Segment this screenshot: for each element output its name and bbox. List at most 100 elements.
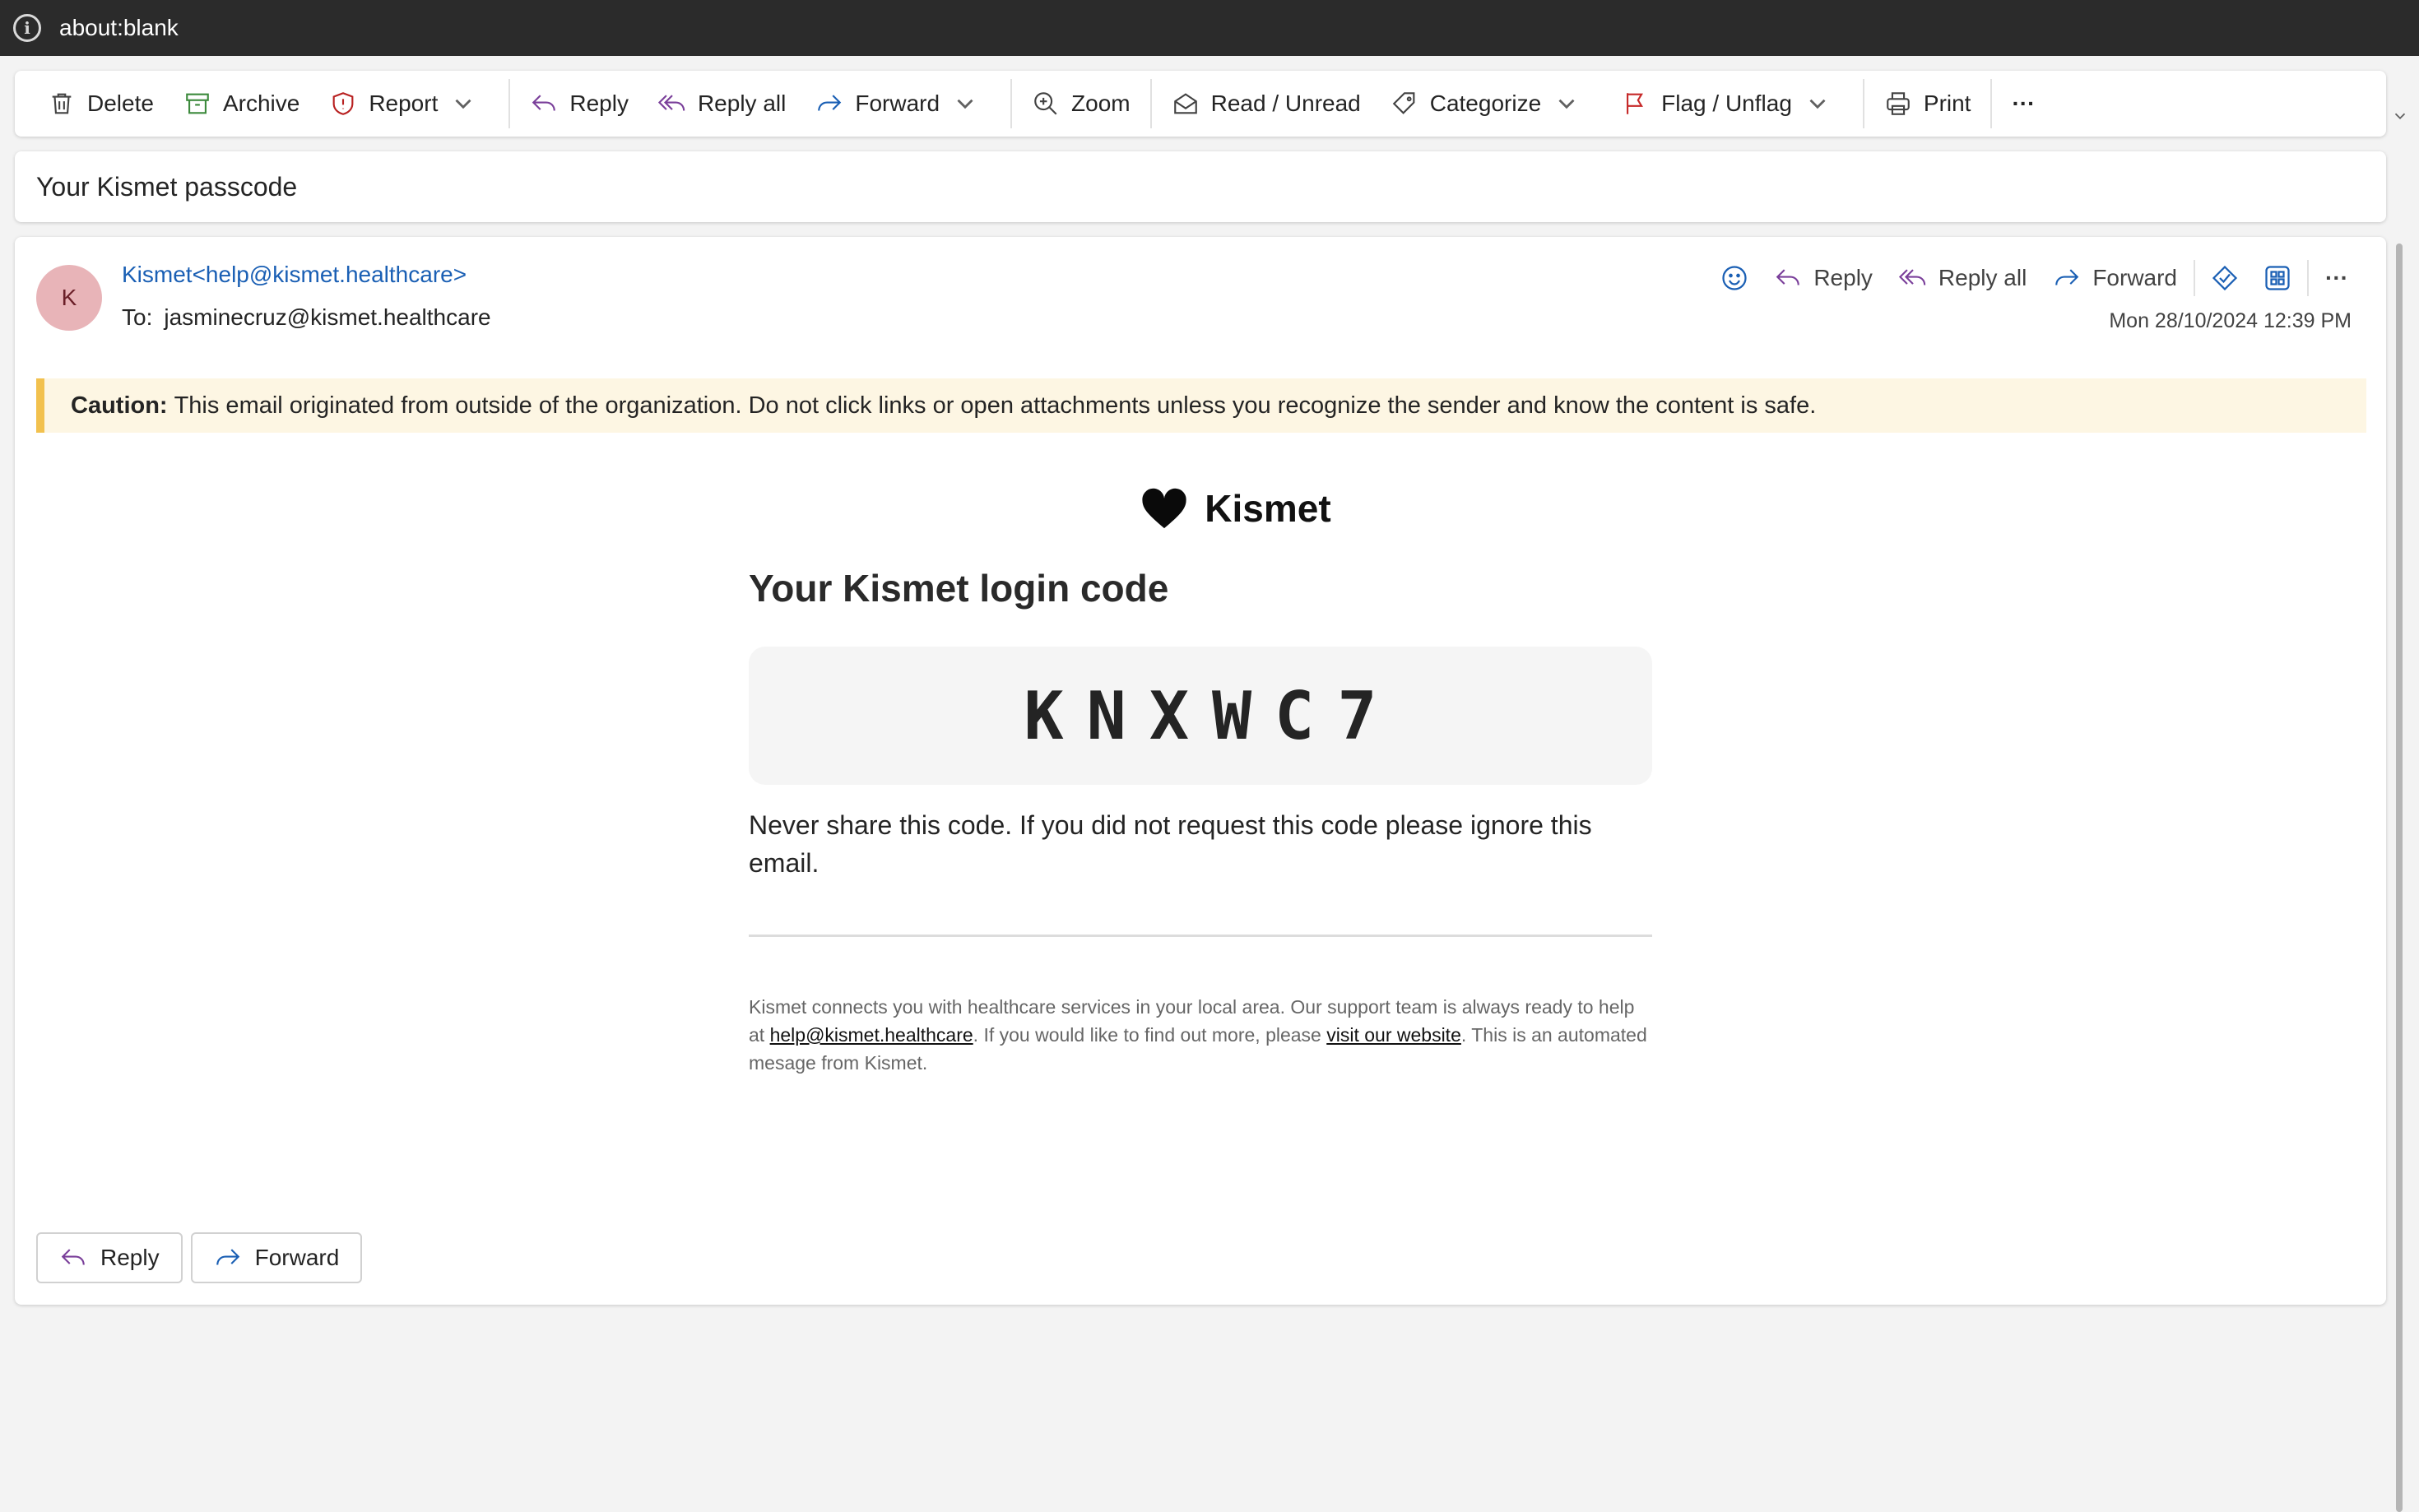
archive-label: Archive [222,90,300,116]
heart-icon [1142,488,1186,529]
categorize-button[interactable]: Categorize [1376,79,1607,128]
message-actions: Reply Reply all Forward ··· [1708,255,2361,301]
code-box: KNXWC7 [749,647,1652,785]
bottom-forward-button[interactable]: Forward [190,1232,363,1283]
bottom-reply-button[interactable]: Reply [36,1232,183,1283]
caution-text: This email originated from outside of th… [174,392,1817,419]
sender-name[interactable]: Kismet<help@kismet.healthcare> [122,262,467,288]
recipient-address[interactable]: jasminecruz@kismet.healthcare [164,304,490,330]
chevron-down-icon[interactable] [449,90,477,118]
flag-icon [1627,93,1644,114]
message-reply-label: Reply [1813,265,1873,290]
archive-icon [186,93,209,114]
forward-icon [818,95,842,111]
apps-button[interactable] [2251,255,2304,301]
scrollbar-thumb[interactable] [2396,243,2403,1512]
chevron-down-icon[interactable] [951,90,979,118]
forward-icon [2055,269,2079,285]
bottom-actions: Reply Forward [36,1232,370,1283]
email-footer: Kismet connects you with healthcare serv… [749,993,1652,1077]
forward-label: Forward [855,90,940,116]
mail-toolbar: Delete Archive Report Reply Reply all Fo… [15,71,2386,137]
reply-all-button[interactable]: Reply all [643,79,801,128]
apps-grid-icon [2265,266,2290,290]
reply-icon [532,95,556,111]
zoom-button[interactable]: Zoom [1017,79,1145,128]
flag-unflag-button[interactable]: Flag / Unflag [1607,79,1858,128]
smiley-icon [1722,266,1747,290]
browser-address-bar: i about:blank [0,0,2419,56]
to-label: To: [122,304,153,330]
info-icon[interactable]: i [13,14,41,42]
delete-button[interactable]: Delete [33,79,169,128]
external-caution-banner: Caution: This email originated from outs… [36,378,2366,433]
bottom-forward-label: Forward [254,1245,340,1270]
print-label: Print [1923,90,1971,116]
message-forward-label: Forward [2092,265,2178,290]
delete-label: Delete [87,90,154,116]
subject-bar: Your Kismet passcode [15,151,2386,222]
shield-icon [332,92,354,115]
reply-icon [1776,269,1800,285]
emoji-reaction-button[interactable] [1708,255,1761,301]
report-label: Report [369,90,439,116]
security-warning: Never share this code. If you did not re… [749,810,1592,878]
more-icon: ··· [2325,265,2348,290]
support-email-link[interactable]: help@kismet.healthcare [770,1024,973,1046]
zoom-label: Zoom [1071,90,1131,116]
footer-text-2: . If you would like to find out more, pl… [973,1024,1327,1046]
email-subject: Your Kismet passcode [36,171,298,202]
categorize-label: Categorize [1429,90,1542,116]
message-reply-all-label: Reply all [1938,265,2027,290]
recipient-line: To: jasminecruz@kismet.healthcare [122,304,491,331]
chevron-down-icon[interactable] [1804,90,1832,118]
forward-button[interactable]: Forward [801,79,1005,128]
diamond-check-icon [2212,265,2238,291]
email-body: Kismet Your Kismet login code KNXWC7 Nev… [749,475,1652,1077]
message-card: K Kismet<help@kismet.healthcare> To: jasm… [15,237,2386,1305]
reply-all-label: Reply all [697,90,787,116]
body-divider [749,935,1652,937]
message-more-button[interactable]: ··· [2312,255,2361,301]
brand-header: Kismet [819,475,1652,541]
bottom-reply-label: Reply [100,1245,160,1270]
tag-icon [1392,92,1415,114]
report-button[interactable]: Report [314,79,504,128]
print-button[interactable]: Print [1869,79,1986,128]
more-icon: ··· [2012,90,2036,116]
toolbar-divider [1010,79,1013,128]
address-url[interactable]: about:blank [59,15,179,41]
toolbar-divider [508,79,511,128]
flag-unflag-label: Flag / Unflag [1661,90,1792,116]
read-unread-label: Read / Unread [1210,90,1361,116]
brand-name: Kismet [1205,487,1331,530]
toolbar-divider [1990,79,1993,128]
forward-icon [216,1249,239,1265]
toolbar-divider [1149,79,1152,128]
reply-all-icon [1898,269,1926,285]
printer-icon [1887,92,1910,115]
actions-divider [2194,260,2196,296]
message-forward-button[interactable]: Forward [2040,255,2190,301]
login-code-title: Your Kismet login code [749,567,1169,610]
trash-icon [52,93,72,114]
actions-divider [2307,260,2310,296]
message-reply-button[interactable]: Reply [1761,255,1886,301]
login-code: KNXWC7 [1024,677,1400,754]
archive-button[interactable]: Archive [169,79,314,128]
reply-button[interactable]: Reply [515,79,643,128]
more-actions-button[interactable]: ··· [1997,79,2050,128]
sensitivity-button[interactable] [2198,255,2251,301]
chevron-down-icon[interactable] [2391,107,2409,125]
envelope-open-icon [1173,93,1197,114]
chevron-down-icon[interactable] [1553,90,1581,118]
message-reply-all-button[interactable]: Reply all [1886,255,2040,301]
read-unread-button[interactable]: Read / Unread [1157,79,1376,128]
sender-avatar[interactable]: K [36,265,102,331]
zoom-icon [1034,92,1057,115]
reply-icon [61,1249,85,1265]
reply-all-icon [657,95,685,111]
website-link[interactable]: visit our website [1326,1024,1461,1046]
reply-label: Reply [569,90,629,116]
message-timestamp: Mon 28/10/2024 12:39 PM [2109,309,2352,332]
